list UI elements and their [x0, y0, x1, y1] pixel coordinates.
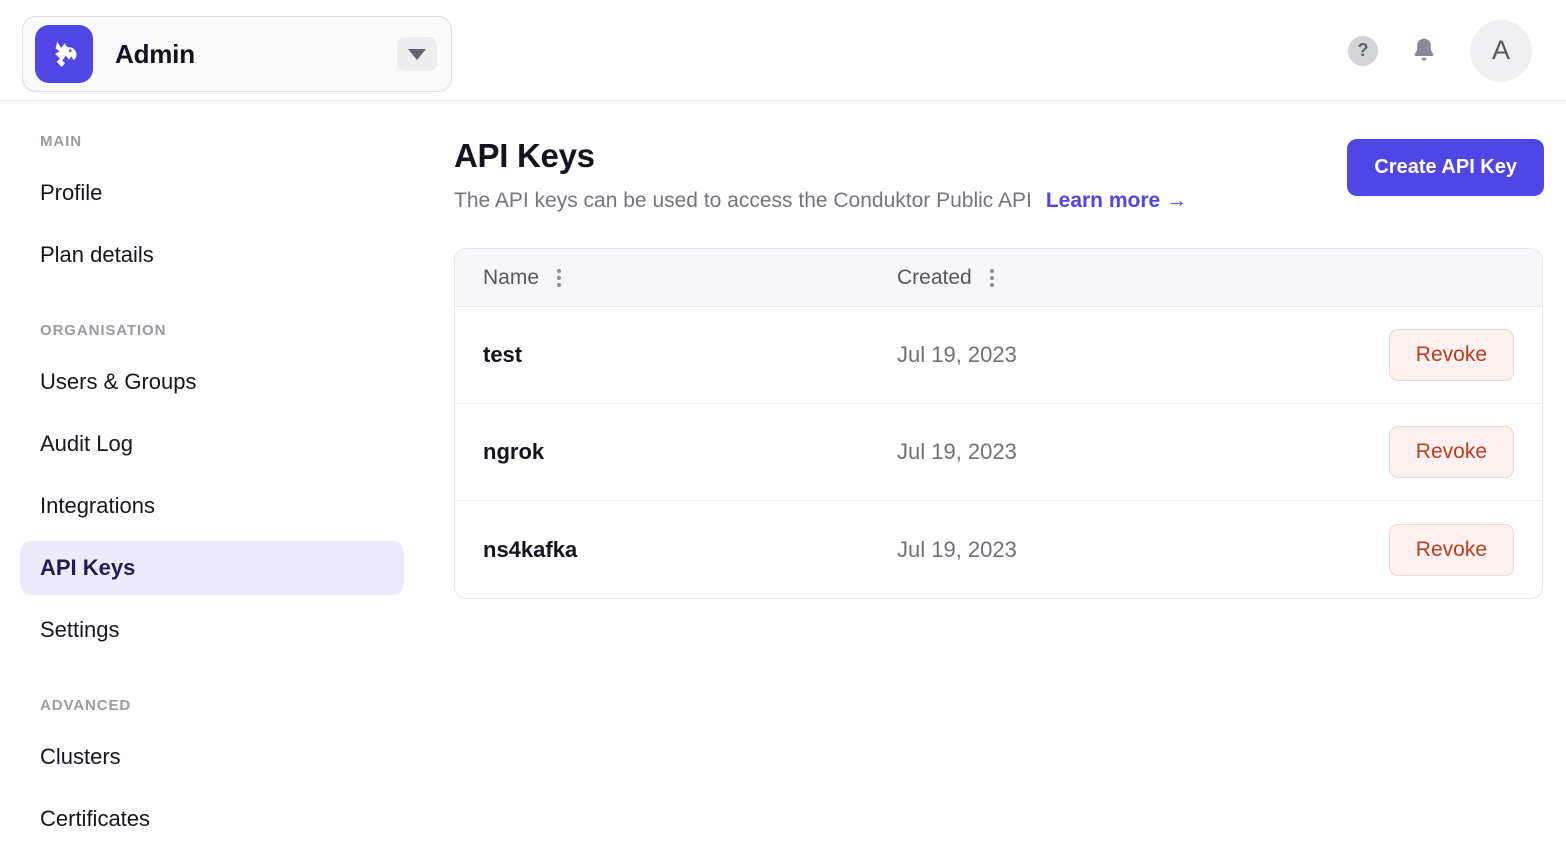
- sidebar-item-profile[interactable]: Profile: [20, 166, 404, 220]
- page-header-text: API Keys The API keys can be used to acc…: [454, 137, 1187, 213]
- sidebar-item-clusters[interactable]: Clusters: [20, 730, 404, 784]
- revoke-button[interactable]: Revoke: [1388, 426, 1514, 478]
- table-row: test Jul 19, 2023 Revoke: [455, 307, 1542, 404]
- page-subtitle-text: The API keys can be used to access the C…: [454, 189, 1032, 212]
- avatar[interactable]: A: [1470, 19, 1532, 82]
- conduktor-wolf-logo-icon: [35, 25, 93, 83]
- revoke-button[interactable]: Revoke: [1388, 523, 1514, 576]
- api-key-name: ngrok: [483, 439, 545, 464]
- api-keys-table: Name Created test Jul 19, 2023 Revoke ng…: [454, 248, 1543, 599]
- main-content: API Keys The API keys can be used to acc…: [424, 101, 1566, 852]
- organisation-switcher[interactable]: Admin: [22, 16, 452, 92]
- bell-icon[interactable]: [1408, 35, 1440, 67]
- kebab-menu-icon[interactable]: [986, 266, 998, 290]
- column-header-label: Created: [897, 265, 972, 289]
- sidebar-item-certificates[interactable]: Certificates: [20, 792, 404, 846]
- sidebar-section-advanced: ADVANCED Clusters Certificates: [20, 697, 404, 846]
- api-key-name: ns4kafka: [483, 536, 578, 562]
- api-key-created: Jul 19, 2023: [897, 536, 1017, 562]
- sidebar-nav: MAIN Profile Plan details ORGANISATION U…: [0, 101, 424, 852]
- page-subtitle: The API keys can be used to access the C…: [454, 189, 1187, 213]
- sidebar-item-api-keys[interactable]: API Keys: [20, 541, 404, 595]
- column-header-label: Name: [483, 265, 540, 289]
- table-row: ngrok Jul 19, 2023 Revoke: [455, 404, 1542, 501]
- revoke-button[interactable]: Revoke: [1388, 329, 1514, 381]
- table-row: ns4kafka Jul 19, 2023 Revoke: [455, 501, 1542, 598]
- question-mark-icon[interactable]: ?: [1348, 35, 1378, 66]
- create-api-key-button[interactable]: Create API Key: [1347, 139, 1544, 196]
- table-header-row: Name Created: [455, 249, 1542, 307]
- api-key-created: Jul 19, 2023: [897, 439, 1017, 464]
- sidebar-item-audit-log[interactable]: Audit Log: [20, 417, 404, 471]
- organisation-name: Admin: [115, 38, 195, 69]
- api-key-name: test: [483, 342, 523, 367]
- column-header-name: Name: [483, 266, 897, 290]
- sidebar-section-label: ORGANISATION: [40, 322, 167, 339]
- page-title: API Keys: [454, 137, 595, 174]
- sidebar-section-organisation: ORGANISATION Users & Groups Audit Log In…: [20, 322, 404, 657]
- sidebar-item-users-groups[interactable]: Users & Groups: [20, 355, 404, 409]
- sidebar-section-label: MAIN: [40, 133, 82, 150]
- learn-more-link[interactable]: Learn more →: [1046, 189, 1187, 213]
- header-actions: ? A: [1348, 0, 1532, 101]
- api-key-created: Jul 19, 2023: [897, 342, 1017, 367]
- chevron-down-icon[interactable]: [397, 37, 437, 71]
- sidebar-item-integrations[interactable]: Integrations: [20, 479, 404, 533]
- page-header: API Keys The API keys can be used to acc…: [454, 137, 1544, 213]
- column-header-created: Created: [897, 266, 1514, 290]
- top-header-bar: Admin ? A: [0, 0, 1566, 101]
- sidebar-item-plan-details[interactable]: Plan details: [20, 228, 404, 282]
- sidebar-section-main: MAIN Profile Plan details: [20, 133, 404, 282]
- kebab-menu-icon[interactable]: [553, 266, 565, 290]
- sidebar-item-settings[interactable]: Settings: [20, 603, 404, 657]
- sidebar-section-label: ADVANCED: [40, 697, 132, 714]
